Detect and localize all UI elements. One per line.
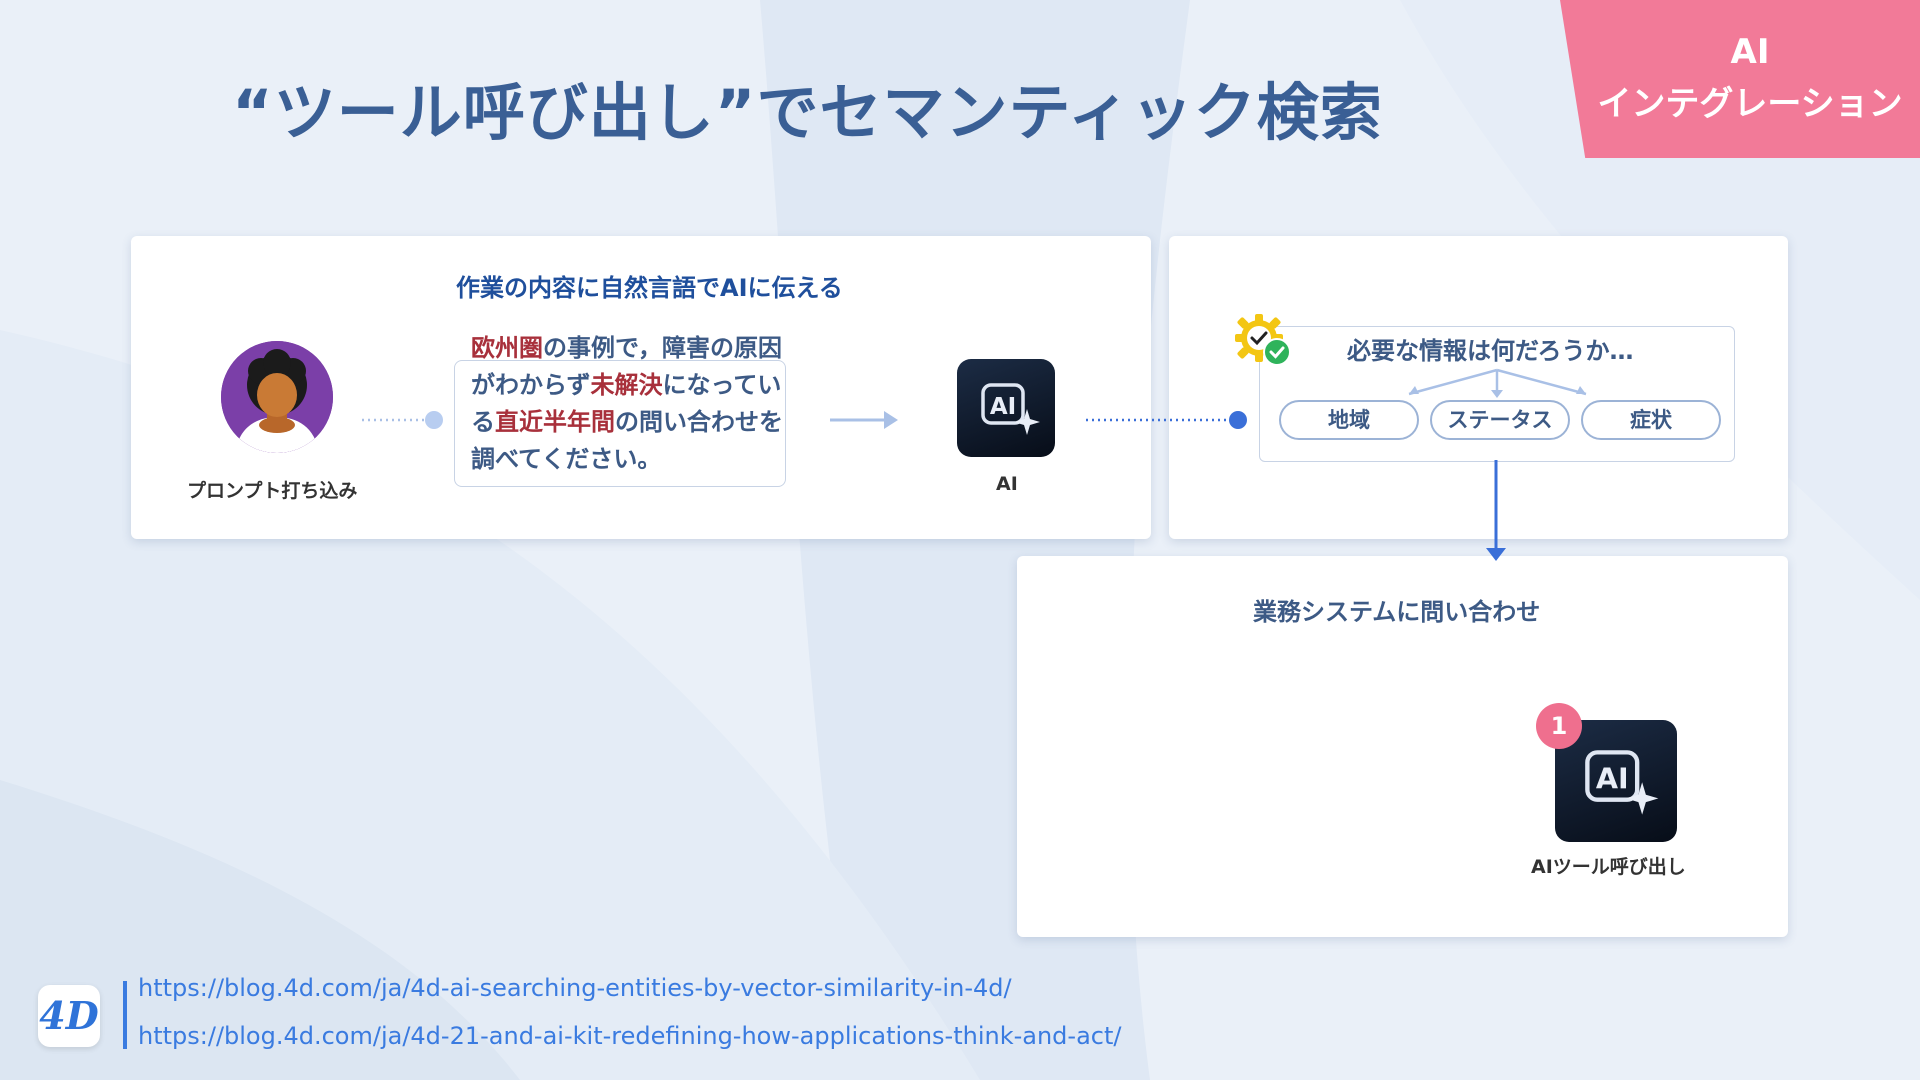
user-avatar [221,341,333,453]
link-divider [123,981,127,1049]
prompt-card-heading: 作業の内容に自然言語でAIに伝える [456,274,843,302]
prompt-card: 作業の内容に自然言語でAIに伝える プロンプト打ち込み 欧州圏の事例で，障害の原… [131,236,1151,539]
user-caption: プロンプト打ち込み [187,480,358,502]
reference-link-1[interactable]: https://blog.4d.com/ja/4d-ai-searching-e… [138,974,1012,1002]
prompt-highlight-region: 欧州圏 [471,334,543,362]
info-card: 必要な情報は何だろうか… 地域 ステータス 症状 [1169,236,1788,539]
prompt-highlight-status: 未解決 [590,371,663,399]
user-icon [221,341,333,453]
pill-region: 地域 [1279,400,1419,440]
ai-caption: AI [996,473,1018,495]
tag-line-2: インテグレーション [1597,84,1903,124]
page-title: “ツール呼び出し”でセマンティック検索 [232,76,1383,149]
step-badge: 1 [1536,703,1582,749]
prompt-text: 欧州圏の事例で，障害の原因がわからず未解決になっている直近半年間の問い合わせを調… [471,330,801,478]
tag-line-1: AI [1730,32,1770,72]
logo-text: 4D [39,993,99,1038]
4d-logo: 4D [38,985,100,1047]
branch-arrows [1408,368,1587,398]
system-query-card: 業務システムに問い合わせ AI AIツール呼び出し [1017,556,1788,937]
system-query-heading: 業務システムに問い合わせ [1253,598,1541,626]
pill-symptom: 症状 [1581,400,1721,440]
reference-link-2[interactable]: https://blog.4d.com/ja/4d-21-and-ai-kit-… [138,1022,1121,1050]
ai-sparkle-icon: AI [981,383,1040,435]
ai-icon-label: AI [990,394,1016,420]
section-tag-label: AI インテグレーション [1580,26,1920,130]
ai-tool-icon-label: AI [1596,761,1629,795]
pill-status: ステータス [1430,400,1570,440]
ai-tool-caption: AIツール呼び出し [1531,856,1686,878]
ai-icon: AI [957,359,1055,457]
prompt-highlight-period: 直近半年間 [495,408,615,436]
